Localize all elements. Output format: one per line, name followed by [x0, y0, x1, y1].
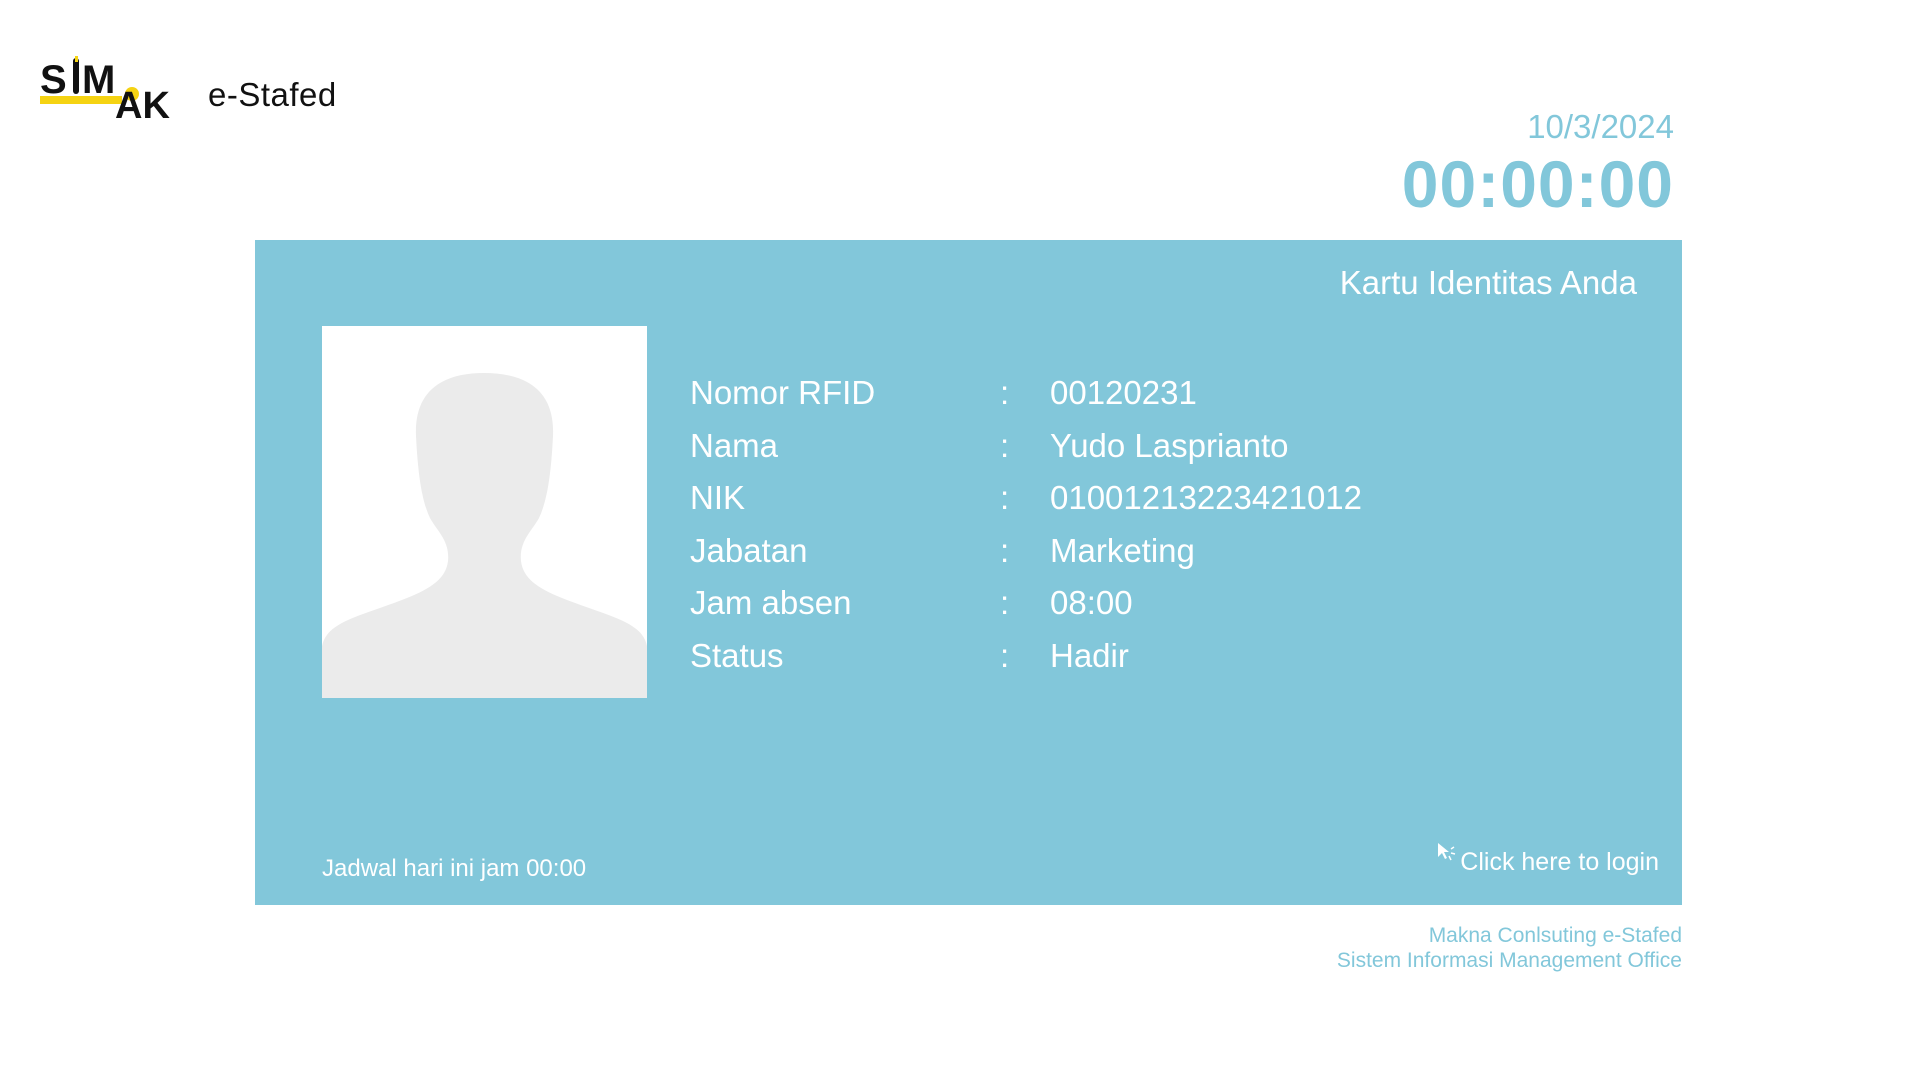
login-link-label[interactable]: Click here to login	[1460, 848, 1659, 877]
identity-info: Nomor RFID : 00120231 Nama : Yudo Laspri…	[690, 367, 1362, 682]
identity-card: Kartu Identitas Anda Nomor RFID : 001202…	[255, 240, 1682, 905]
simak-logo: S M AK	[40, 52, 182, 124]
footer: Makna Conlsuting e-Stafed Sistem Informa…	[1337, 923, 1682, 973]
page: S M AK e-Stafed 10/3/2024 00:00:00 Kartu…	[0, 0, 1920, 1080]
info-separator: :	[1000, 531, 1010, 569]
info-label: Jabatan	[690, 531, 808, 569]
footer-company: Makna Conlsuting e-Stafed	[1428, 924, 1682, 947]
info-row-nama: Nama : Yudo Lasprianto	[690, 420, 1362, 473]
info-label: Nama	[690, 426, 779, 464]
schedule-text: Jadwal hari ini jam 00:00	[322, 855, 587, 882]
click-cursor-icon	[1438, 843, 1456, 861]
svg-text:M: M	[82, 58, 115, 102]
info-value: 00120231	[1050, 374, 1197, 412]
info-separator: :	[1000, 479, 1010, 517]
login-link[interactable]: Click here to login	[1436, 841, 1659, 877]
info-separator: :	[1000, 636, 1010, 674]
card-title: Kartu Identitas Anda	[1339, 264, 1637, 301]
svg-text:S: S	[40, 58, 67, 102]
info-value: 01001213223421012	[1050, 479, 1363, 517]
info-value: Hadir	[1050, 636, 1129, 674]
info-label: Status	[690, 636, 784, 674]
info-label: Nomor RFID	[690, 374, 876, 412]
info-row-jam-absen: Jam absen : 08:00	[690, 577, 1362, 630]
info-separator: :	[1000, 426, 1010, 464]
app-name: e-Stafed	[208, 76, 337, 113]
info-row-status: Status : Hadir	[690, 630, 1362, 683]
footer-system-name: Sistem Informasi Management Office	[1336, 949, 1682, 972]
info-separator: :	[1000, 584, 1010, 622]
current-date: 10/3/2024	[1527, 108, 1674, 145]
info-row-nik: NIK : 01001213223421012	[690, 472, 1362, 525]
info-label: Jam absen	[690, 584, 852, 622]
info-label: NIK	[690, 479, 746, 517]
svg-text:AK: AK	[115, 85, 170, 124]
info-row-jabatan: Jabatan : Marketing	[690, 525, 1362, 578]
info-row-rfid: Nomor RFID : 00120231	[690, 367, 1362, 420]
info-separator: :	[1000, 374, 1010, 412]
info-value: Yudo Lasprianto	[1050, 426, 1289, 464]
profile-photo-placeholder	[322, 326, 647, 698]
avatar-silhouette-icon	[322, 373, 647, 698]
info-value: Marketing	[1050, 531, 1195, 569]
info-value: 08:00	[1050, 584, 1133, 622]
current-time: 00:00:00	[1401, 147, 1674, 221]
